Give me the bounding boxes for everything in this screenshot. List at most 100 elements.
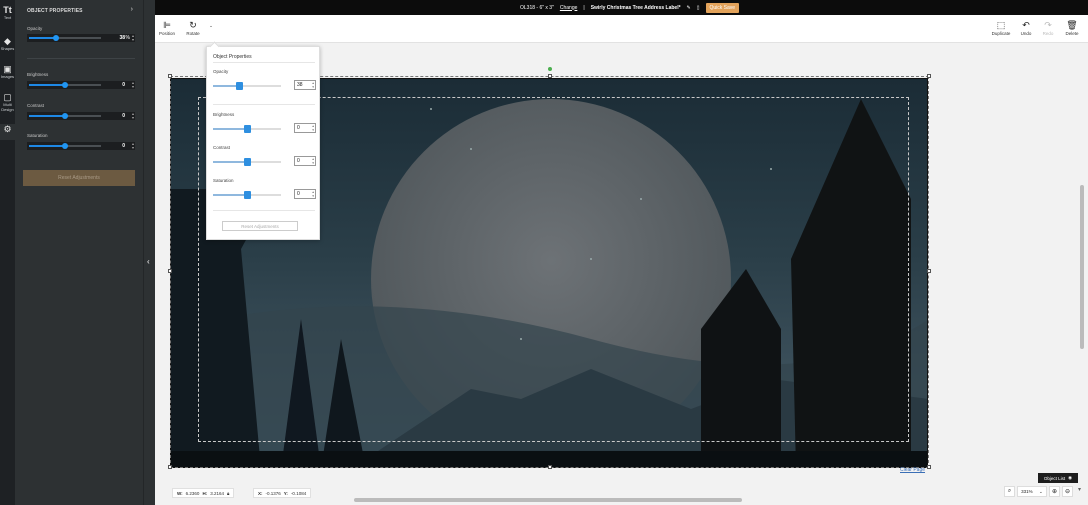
title-bar: OL318 - 6" x 3" Change | Swirly Christma… [0,0,1088,15]
saturation-slider[interactable]: 0 ▴ ▾ [27,142,135,150]
chevron-down-icon[interactable]: ⌄ [207,23,215,29]
rotate-button[interactable]: ↻ Rotate [184,20,202,36]
contrast-input[interactable]: 0 ▴ ▾ [294,156,316,166]
contrast-slider[interactable]: 0 ▴ ▾ [27,112,135,120]
contrast-value[interactable]: 0 [122,113,125,119]
clear-page-link[interactable]: Clear Page [900,467,925,473]
resize-handle[interactable] [168,269,172,273]
resize-handle[interactable] [168,74,172,78]
width-value[interactable]: 6.2360 [186,491,200,496]
opacity-value[interactable]: 38 [119,35,125,41]
duplicate-label: Duplicate [991,31,1011,36]
spinner-arrows-icon[interactable]: ▴ ▾ [132,142,134,150]
lock-aspect-icon[interactable]: 🔒︎ [227,491,229,496]
brightness-slider[interactable] [213,125,281,133]
opacity-slider[interactable]: 38 % ▴ ▾ [27,34,135,42]
slider-fill [29,115,65,117]
divider [27,58,135,59]
rail-item-label: Multi Design [1,102,14,112]
chevron-right-icon[interactable]: › [131,6,133,13]
object-list-button[interactable]: Object List ◉ [1038,473,1078,483]
brightness-input[interactable]: 0 ▴ ▾ [294,123,316,133]
slider-knob[interactable] [62,113,68,119]
quick-save-button[interactable]: Quick Save [705,2,740,13]
zoom-in-icon[interactable]: ⊕ [1049,486,1060,497]
document-icon[interactable]: ▯ [697,5,700,11]
zoom-out-icon[interactable]: ⊖ [1062,486,1073,497]
brightness-value[interactable]: 0 [297,125,300,131]
rail-item-multi-design[interactable]: ▢ Multi Design [0,92,15,112]
chevron-left-icon[interactable]: ‹ [147,257,150,266]
resize-handle[interactable] [168,465,172,469]
rail-item-settings[interactable]: ⚙ [0,124,15,140]
slider-knob[interactable] [244,191,251,199]
position-button[interactable]: ⊫ Position [158,20,176,36]
saturation-input[interactable]: 0 ▴ ▾ [294,189,316,199]
rotate-handle[interactable] [548,67,552,71]
rail-item-text[interactable]: Tt Text [0,5,15,20]
zoom-select[interactable]: 331% ⌄ [1017,486,1047,497]
zoom-fit-icon[interactable]: ⌕ [1004,486,1015,497]
y-value[interactable]: -0.1084 [291,491,306,496]
object-properties-popup: Object Properties Opacity 38 ▴ ▾ Brightne… [206,41,320,240]
panel-collapse-bar[interactable]: ‹ [143,0,155,505]
opacity-value[interactable]: 38 [297,82,303,88]
height-value[interactable]: 3.2164 [210,491,224,496]
opacity-label: Opacity [213,69,229,74]
scroll-down-icon[interactable]: ▾ [1078,486,1081,493]
slider-knob[interactable] [62,82,68,88]
undo-button[interactable]: ↶ Undo [1019,20,1033,36]
slider-fill [29,37,57,39]
slider-knob[interactable] [235,82,243,90]
spinner-arrows-icon[interactable]: ▴ ▾ [312,157,314,165]
slider-knob[interactable] [244,125,251,133]
zoom-value: 331% [1021,489,1033,494]
spinner-arrows-icon[interactable]: ▴ ▾ [132,81,134,89]
contrast-value[interactable]: 0 [297,158,300,164]
redo-button[interactable]: ↷ Redo [1041,20,1055,36]
undo-icon: ↶ [1022,20,1030,30]
change-product-link[interactable]: Change [560,5,578,11]
delete-button[interactable]: 🗑 Delete [1064,20,1080,36]
resize-handle[interactable] [548,465,552,469]
slider-knob[interactable] [62,143,68,149]
toolbar: ⊫ Position ↻ Rotate ⌄ ⬚ Duplicate ↶ Undo… [155,15,1088,43]
vertical-scrollbar[interactable] [1080,185,1084,349]
spinner-arrows-icon[interactable]: ▴ ▾ [132,112,134,120]
reset-adjustments-button[interactable]: Reset Adjustments [222,221,298,231]
spinner-arrows-icon[interactable]: ▴ ▾ [312,190,314,198]
brightness-label: Brightness [213,112,235,117]
slider-fill [29,145,65,147]
rail-item-shapes[interactable]: ◆ Shapes [0,36,15,51]
contrast-slider[interactable] [213,158,281,166]
x-value[interactable]: -0.1376 [266,491,281,496]
x-label: X: [258,490,263,496]
rail-item-images[interactable]: ▣ Images [0,64,15,79]
slider-fill [213,194,247,196]
resize-handle[interactable] [548,74,552,78]
brightness-label: Brightness [27,72,49,77]
edit-title-icon[interactable]: ✎ [687,5,691,11]
resize-handle[interactable] [927,465,931,469]
saturation-slider[interactable] [213,191,281,199]
opacity-slider[interactable] [213,82,281,90]
opacity-input[interactable]: 38 ▴ ▾ [294,80,316,90]
resize-handle[interactable] [927,269,931,273]
spinner-arrows-icon[interactable]: ▴ ▾ [312,124,314,132]
redo-label: Redo [1042,31,1054,36]
brightness-slider[interactable]: 0 ▴ ▾ [27,81,135,89]
resize-handle[interactable] [927,74,931,78]
slider-knob[interactable] [244,158,251,166]
tool-rail: Tt Text ◆ Shapes ▣ Images ▢ Multi Design… [0,0,15,505]
spinner-arrows-icon[interactable]: ▴ ▾ [132,34,134,42]
divider [213,104,315,105]
brightness-value[interactable]: 0 [122,82,125,88]
spinner-arrows-icon[interactable]: ▴ ▾ [312,81,314,89]
saturation-value[interactable]: 0 [297,191,300,197]
reset-adjustments-button[interactable]: Reset Adjustments [23,170,135,186]
rail-item-label: Shapes [0,46,15,51]
saturation-value[interactable]: 0 [122,143,125,149]
duplicate-button[interactable]: ⬚ Duplicate [989,20,1013,36]
slider-knob[interactable] [53,35,60,41]
horizontal-scrollbar[interactable] [354,498,742,502]
